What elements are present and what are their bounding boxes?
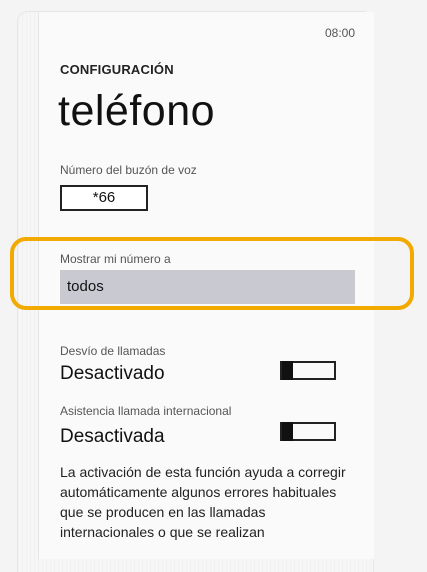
- call-forwarding-status: Desactivado: [60, 363, 165, 384]
- call-forwarding-label: Desvío de llamadas: [60, 344, 166, 358]
- international-assist-label: Asistencia llamada internacional: [60, 404, 232, 418]
- call-forwarding-toggle[interactable]: [280, 361, 336, 380]
- section-label: CONFIGURACIÓN: [60, 62, 174, 77]
- international-assist-description: La activación de esta función ayuda a co…: [60, 464, 346, 540]
- toggle-knob: [282, 361, 293, 380]
- caller-id-label: Mostrar mi número a: [60, 252, 171, 266]
- status-bar-time: 08:00: [325, 26, 356, 40]
- voicemail-number-input[interactable]: *66: [60, 185, 148, 211]
- page-title: teléfono: [58, 87, 216, 135]
- caller-id-select[interactable]: todos: [60, 270, 355, 304]
- international-assist-status: Desactivada: [60, 426, 165, 447]
- international-assist-toggle[interactable]: [280, 422, 336, 441]
- voicemail-number-label: Número del buzón de voz: [60, 163, 197, 177]
- toggle-knob: [282, 422, 293, 441]
